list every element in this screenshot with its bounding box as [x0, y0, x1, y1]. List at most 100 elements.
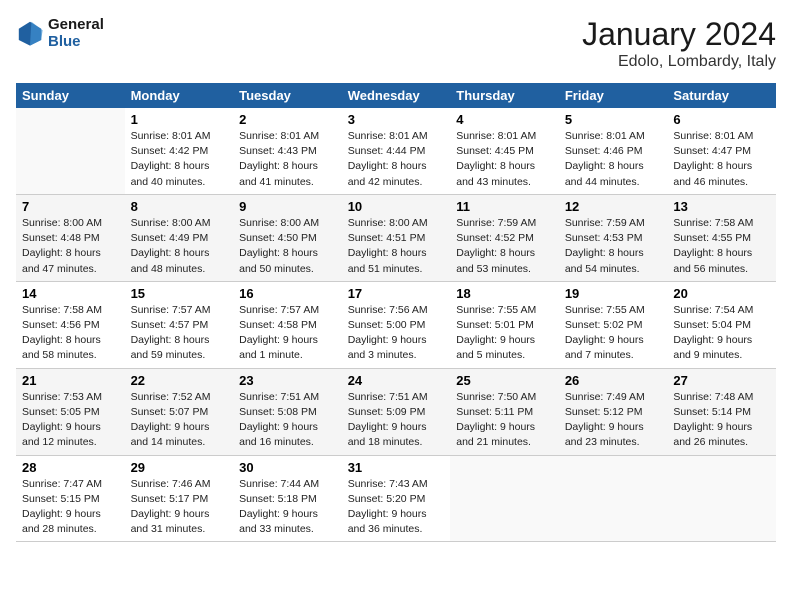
week-row-3: 14 Sunrise: 7:58 AMSunset: 4:56 PMDayligh…	[16, 281, 776, 368]
day-number: 28	[22, 460, 119, 475]
week-row-4: 21Sunrise: 7:53 AMSunset: 5:05 PMDayligh…	[16, 368, 776, 455]
day-info: Sunrise: 7:57 AMSunset: 4:57 PMDaylight:…	[131, 303, 228, 364]
day-number: 23	[239, 373, 336, 388]
day-cell: 8 Sunrise: 8:00 AMSunset: 4:49 PMDaylight…	[125, 194, 234, 281]
day-number: 6	[673, 112, 770, 127]
col-friday: Friday	[559, 83, 668, 108]
day-cell	[16, 108, 125, 194]
day-number: 24	[348, 373, 445, 388]
day-number: 14	[22, 286, 119, 301]
day-info: Sunrise: 7:47 AMSunset: 5:15 PMDaylight:…	[22, 477, 119, 538]
day-info: Sunrise: 8:00 AMSunset: 4:50 PMDaylight:…	[239, 216, 336, 277]
month-title: January 2024	[582, 16, 776, 53]
day-number: 2	[239, 112, 336, 127]
day-cell: 9 Sunrise: 8:00 AMSunset: 4:50 PMDaylight…	[233, 194, 342, 281]
day-cell: 24 Sunrise: 7:51 AMSunset: 5:09 PMDayligh…	[342, 368, 451, 455]
day-number: 4	[456, 112, 553, 127]
day-cell: 16Sunrise: 7:57 AMSunset: 4:58 PMDayligh…	[233, 281, 342, 368]
page-container: General Blue January 2024 Edolo, Lombard…	[0, 0, 792, 550]
day-cell	[559, 455, 668, 542]
day-number: 12	[565, 199, 662, 214]
day-cell: 28 Sunrise: 7:47 AMSunset: 5:15 PMDayligh…	[16, 455, 125, 542]
day-number: 27	[673, 373, 770, 388]
day-number: 26	[565, 373, 662, 388]
day-info: Sunrise: 8:01 AMSunset: 4:46 PMDaylight:…	[565, 129, 662, 190]
col-monday: Monday	[125, 83, 234, 108]
day-cell: 22 Sunrise: 7:52 AMSunset: 5:07 PMDayligh…	[125, 368, 234, 455]
day-cell: 15 Sunrise: 7:57 AMSunset: 4:57 PMDayligh…	[125, 281, 234, 368]
day-info: Sunrise: 7:59 AMSunset: 4:53 PMDaylight:…	[565, 216, 662, 277]
day-info: Sunrise: 8:01 AMSunset: 4:44 PMDaylight:…	[348, 129, 445, 190]
day-cell	[667, 455, 776, 542]
day-cell: 31 Sunrise: 7:43 AMSunset: 5:20 PMDayligh…	[342, 455, 451, 542]
logo: General Blue	[16, 16, 104, 50]
day-info: Sunrise: 7:51 AMSunset: 5:09 PMDaylight:…	[348, 390, 445, 451]
day-number: 8	[131, 199, 228, 214]
day-info: Sunrise: 7:48 AMSunset: 5:14 PMDaylight:…	[673, 390, 770, 451]
day-info: Sunrise: 8:01 AMSunset: 4:45 PMDaylight:…	[456, 129, 553, 190]
day-info: Sunrise: 8:01 AMSunset: 4:47 PMDaylight:…	[673, 129, 770, 190]
day-info: Sunrise: 7:59 AMSunset: 4:52 PMDaylight:…	[456, 216, 553, 277]
day-cell: 11Sunrise: 7:59 AMSunset: 4:52 PMDayligh…	[450, 194, 559, 281]
day-cell: 21Sunrise: 7:53 AMSunset: 5:05 PMDayligh…	[16, 368, 125, 455]
day-number: 16	[239, 286, 336, 301]
day-info: Sunrise: 7:56 AMSunset: 5:00 PMDaylight:…	[348, 303, 445, 364]
col-saturday: Saturday	[667, 83, 776, 108]
col-tuesday: Tuesday	[233, 83, 342, 108]
day-cell: 5 Sunrise: 8:01 AMSunset: 4:46 PMDaylight…	[559, 108, 668, 194]
day-cell: 3Sunrise: 8:01 AMSunset: 4:44 PMDaylight…	[342, 108, 451, 194]
header-row: Sunday Monday Tuesday Wednesday Thursday…	[16, 83, 776, 108]
day-number: 7	[22, 199, 119, 214]
col-wednesday: Wednesday	[342, 83, 451, 108]
day-info: Sunrise: 8:00 AMSunset: 4:51 PMDaylight:…	[348, 216, 445, 277]
day-info: Sunrise: 8:01 AMSunset: 4:42 PMDaylight:…	[131, 129, 228, 190]
page-header: General Blue January 2024 Edolo, Lombard…	[16, 16, 776, 71]
location: Edolo, Lombardy, Italy	[582, 53, 776, 71]
logo-text: General Blue	[48, 16, 104, 50]
day-number: 15	[131, 286, 228, 301]
day-info: Sunrise: 8:00 AMSunset: 4:49 PMDaylight:…	[131, 216, 228, 277]
day-cell: 29Sunrise: 7:46 AMSunset: 5:17 PMDayligh…	[125, 455, 234, 542]
day-cell: 2 Sunrise: 8:01 AMSunset: 4:43 PMDaylight…	[233, 108, 342, 194]
day-info: Sunrise: 7:51 AMSunset: 5:08 PMDaylight:…	[239, 390, 336, 451]
col-thursday: Thursday	[450, 83, 559, 108]
day-number: 29	[131, 460, 228, 475]
day-cell: 25 Sunrise: 7:50 AMSunset: 5:11 PMDayligh…	[450, 368, 559, 455]
day-number: 21	[22, 373, 119, 388]
week-row-5: 28 Sunrise: 7:47 AMSunset: 5:15 PMDayligh…	[16, 455, 776, 542]
day-cell: 6 Sunrise: 8:01 AMSunset: 4:47 PMDaylight…	[667, 108, 776, 194]
week-row-1: 1Sunrise: 8:01 AMSunset: 4:42 PMDaylight…	[16, 108, 776, 194]
day-number: 22	[131, 373, 228, 388]
title-block: January 2024 Edolo, Lombardy, Italy	[582, 16, 776, 71]
day-cell: 4 Sunrise: 8:01 AMSunset: 4:45 PMDaylight…	[450, 108, 559, 194]
day-cell: 27 Sunrise: 7:48 AMSunset: 5:14 PMDayligh…	[667, 368, 776, 455]
day-info: Sunrise: 7:52 AMSunset: 5:07 PMDaylight:…	[131, 390, 228, 451]
day-number: 10	[348, 199, 445, 214]
day-number: 19	[565, 286, 662, 301]
day-info: Sunrise: 7:58 AMSunset: 4:55 PMDaylight:…	[673, 216, 770, 277]
day-cell: 10 Sunrise: 8:00 AMSunset: 4:51 PMDayligh…	[342, 194, 451, 281]
day-number: 5	[565, 112, 662, 127]
day-cell: 26 Sunrise: 7:49 AMSunset: 5:12 PMDayligh…	[559, 368, 668, 455]
day-info: Sunrise: 7:55 AMSunset: 5:02 PMDaylight:…	[565, 303, 662, 364]
day-cell: 14 Sunrise: 7:58 AMSunset: 4:56 PMDayligh…	[16, 281, 125, 368]
day-number: 31	[348, 460, 445, 475]
day-cell: 1Sunrise: 8:01 AMSunset: 4:42 PMDaylight…	[125, 108, 234, 194]
day-info: Sunrise: 7:50 AMSunset: 5:11 PMDaylight:…	[456, 390, 553, 451]
day-info: Sunrise: 7:58 AMSunset: 4:56 PMDaylight:…	[22, 303, 119, 364]
day-info: Sunrise: 7:49 AMSunset: 5:12 PMDaylight:…	[565, 390, 662, 451]
day-info: Sunrise: 7:43 AMSunset: 5:20 PMDaylight:…	[348, 477, 445, 538]
day-cell: 20Sunrise: 7:54 AMSunset: 5:04 PMDayligh…	[667, 281, 776, 368]
day-number: 20	[673, 286, 770, 301]
day-number: 17	[348, 286, 445, 301]
day-cell: 17 Sunrise: 7:56 AMSunset: 5:00 PMDayligh…	[342, 281, 451, 368]
day-info: Sunrise: 7:44 AMSunset: 5:18 PMDaylight:…	[239, 477, 336, 538]
logo-icon	[16, 19, 44, 47]
day-cell: 18Sunrise: 7:55 AMSunset: 5:01 PMDayligh…	[450, 281, 559, 368]
day-info: Sunrise: 8:01 AMSunset: 4:43 PMDaylight:…	[239, 129, 336, 190]
day-cell: 30Sunrise: 7:44 AMSunset: 5:18 PMDayligh…	[233, 455, 342, 542]
day-cell: 13Sunrise: 7:58 AMSunset: 4:55 PMDayligh…	[667, 194, 776, 281]
day-number: 9	[239, 199, 336, 214]
day-number: 25	[456, 373, 553, 388]
day-info: Sunrise: 8:00 AMSunset: 4:48 PMDaylight:…	[22, 216, 119, 277]
